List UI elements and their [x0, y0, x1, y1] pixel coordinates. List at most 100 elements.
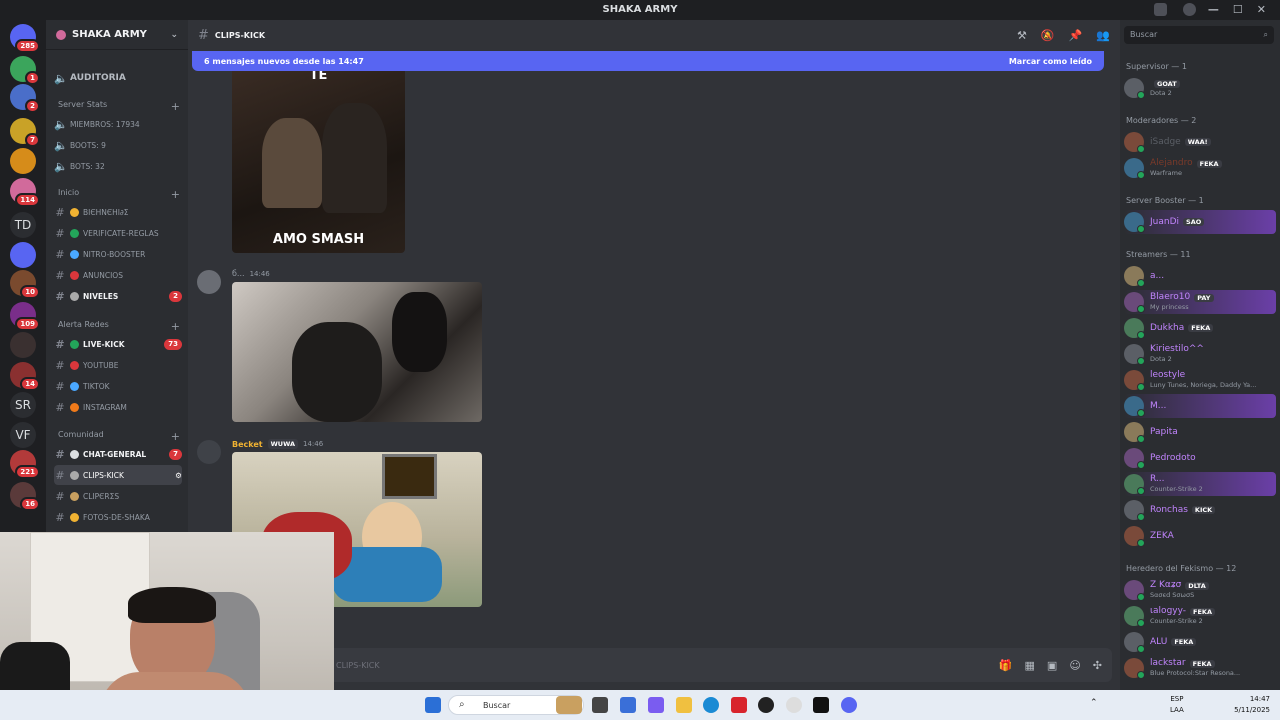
category-comunidad[interactable]: Comunidad +: [58, 430, 180, 443]
apps-icon[interactable]: ✣: [1093, 659, 1102, 672]
server-icon[interactable]: 114: [10, 178, 40, 207]
channel-settings-icon[interactable]: ⚙: [175, 471, 182, 480]
author-name[interactable]: б...: [232, 269, 245, 278]
channel-item[interactable]: # ANUNCIOS: [54, 265, 182, 285]
channel-item[interactable]: # FOTOS-DE-SHAKA: [54, 507, 182, 527]
member-item[interactable]: iSadge WAA!: [1124, 130, 1276, 154]
server-icon[interactable]: 10: [10, 270, 40, 299]
member-item[interactable]: M...: [1124, 394, 1276, 418]
category-inicio[interactable]: Inicio +: [58, 188, 180, 201]
member-item[interactable]: ALU FEKA: [1124, 630, 1276, 654]
member-item[interactable]: leostyle Luny Tunes, Noriega, Daddy Ya...: [1124, 368, 1276, 392]
kick-app-icon[interactable]: [813, 697, 829, 713]
chrome-icon[interactable]: [758, 697, 774, 713]
start-icon[interactable]: [425, 697, 441, 713]
news-widget-icon[interactable]: [556, 696, 582, 714]
channel-item[interactable]: # вιєηνєηι∂σ: [54, 202, 182, 222]
tray-chevron-icon[interactable]: ⌃: [1090, 698, 1098, 708]
member-item[interactable]: Dukkha FEKA: [1124, 316, 1276, 340]
gift-icon[interactable]: 🎁: [999, 659, 1013, 672]
channel-item[interactable]: # INSTAGRAM: [54, 397, 182, 417]
notepad-icon[interactable]: [620, 697, 636, 713]
member-item[interactable]: Ronchas KICK: [1124, 498, 1276, 522]
channel-item[interactable]: # CHAT-GENERAL 7: [54, 444, 182, 464]
chevron-down-icon[interactable]: ⌄: [170, 30, 178, 40]
server-icon[interactable]: [10, 148, 36, 174]
member-item[interactable]: JuanDi SAO: [1124, 210, 1276, 234]
server-icon[interactable]: 2: [10, 84, 40, 113]
search-input[interactable]: Buscar ⌕: [1124, 26, 1274, 44]
server-icon[interactable]: VF: [10, 422, 36, 448]
close-icon[interactable]: ✕: [1257, 3, 1266, 16]
help-icon[interactable]: [1183, 3, 1196, 16]
server-icon[interactable]: 221: [10, 450, 40, 479]
channel-item[interactable]: # CLIPS-KICK ⚙: [54, 465, 182, 485]
server-icon[interactable]: [10, 242, 36, 268]
member-item[interactable]: Z Kαʑσ DLTA Sασєd SσωσS: [1124, 578, 1276, 602]
channel-auditoria[interactable]: 🔈 AUDITORIA: [54, 68, 182, 88]
server-icon[interactable]: 109: [10, 302, 40, 331]
member-item[interactable]: Kiriestilo^^ Dota 2: [1124, 342, 1276, 366]
avatar[interactable]: [197, 440, 221, 464]
server-icon[interactable]: 14: [10, 362, 40, 391]
member-item[interactable]: Alejandro FEKA Warframe: [1124, 156, 1276, 180]
channel-item[interactable]: # YOUTUBE: [54, 355, 182, 375]
mute-icon[interactable]: 🔕: [1041, 29, 1055, 42]
task-view-icon[interactable]: [592, 697, 608, 713]
threads-icon[interactable]: ⚒: [1017, 29, 1027, 42]
inbox-icon[interactable]: [1154, 3, 1167, 16]
member-item[interactable]: Pedrodoto: [1124, 446, 1276, 470]
copilot-icon[interactable]: [648, 697, 664, 713]
channel-item[interactable]: # LIVE-KICK 73: [54, 334, 182, 354]
server-icon[interactable]: 1: [10, 56, 40, 85]
emoji-icon[interactable]: ☺: [1069, 659, 1080, 672]
sticker-icon[interactable]: ▣: [1047, 659, 1057, 672]
author-name[interactable]: Becket: [232, 440, 263, 449]
language-indicator[interactable]: ESP LAA: [1170, 694, 1184, 716]
pin-icon[interactable]: 📌: [1069, 29, 1083, 42]
channel-item[interactable]: # NIVELES 2: [54, 286, 182, 306]
member-item[interactable]: R... Counter-Strike 2: [1124, 472, 1276, 496]
discord-app-icon[interactable]: [841, 697, 857, 713]
message-image-2[interactable]: [232, 282, 482, 422]
server-icon[interactable]: TD: [10, 212, 36, 238]
add-channel-icon[interactable]: +: [171, 188, 180, 201]
settings-icon[interactable]: [786, 697, 802, 713]
member-item[interactable]: GOAT Dota 2: [1124, 76, 1276, 100]
message-image-1[interactable]: TE AMO SMASH: [232, 68, 405, 253]
channel-item[interactable]: # NITRO-BOOSTER: [54, 244, 182, 264]
edge-icon[interactable]: [703, 697, 719, 713]
server-icon[interactable]: 285: [10, 24, 40, 53]
member-item[interactable]: Blaero10 PAY My princess: [1124, 290, 1276, 314]
server-header[interactable]: SHAKA ARMY ⌄: [46, 20, 188, 50]
channel-item[interactable]: # TIKTOK: [54, 376, 182, 396]
add-channel-icon[interactable]: +: [171, 430, 180, 443]
member-item[interactable]: ZEKA: [1124, 524, 1276, 548]
category-alerta-redes[interactable]: Alerta Redes +: [58, 320, 180, 333]
channel-stat-boosts[interactable]: 🔈 BOOTS: 9: [54, 135, 182, 155]
channel-stat-members[interactable]: 🔈 MIEMBROS: 17934: [54, 114, 182, 134]
category-server-stats[interactable]: Server Stats +: [58, 100, 180, 113]
server-icon[interactable]: [10, 332, 36, 358]
member-item[interactable]: Papita: [1124, 420, 1276, 444]
member-item[interactable]: lackstar FEKA Blue Protocol:Star Resona...: [1124, 656, 1276, 680]
channel-item[interactable]: # clipєrσs: [54, 486, 182, 506]
server-icon[interactable]: 7: [10, 118, 40, 147]
clock[interactable]: 14:47 5/11/2025: [1234, 694, 1270, 716]
add-channel-icon[interactable]: +: [171, 100, 180, 113]
member-list-icon[interactable]: 👥: [1096, 29, 1110, 42]
folder-icon[interactable]: [676, 697, 692, 713]
server-icon[interactable]: 16: [10, 482, 40, 511]
gif-icon[interactable]: ▦: [1025, 659, 1035, 672]
new-messages-banner[interactable]: 6 mensajes nuevos desde las 14:47 Marcar…: [192, 51, 1104, 71]
member-item[interactable]: a...: [1124, 264, 1276, 288]
avatar[interactable]: [197, 270, 221, 294]
add-channel-icon[interactable]: +: [171, 320, 180, 333]
member-item[interactable]: ιalogyy- FEKA Counter-Strike 2: [1124, 604, 1276, 628]
channel-item[interactable]: # VERIFICATE-REGLAS: [54, 223, 182, 243]
office-icon[interactable]: [731, 697, 747, 713]
maximize-icon[interactable]: ☐: [1233, 3, 1243, 16]
server-icon[interactable]: SR: [10, 392, 36, 418]
minimize-icon[interactable]: —: [1208, 3, 1219, 16]
mark-as-read-button[interactable]: Marcar como leído: [1009, 57, 1092, 66]
